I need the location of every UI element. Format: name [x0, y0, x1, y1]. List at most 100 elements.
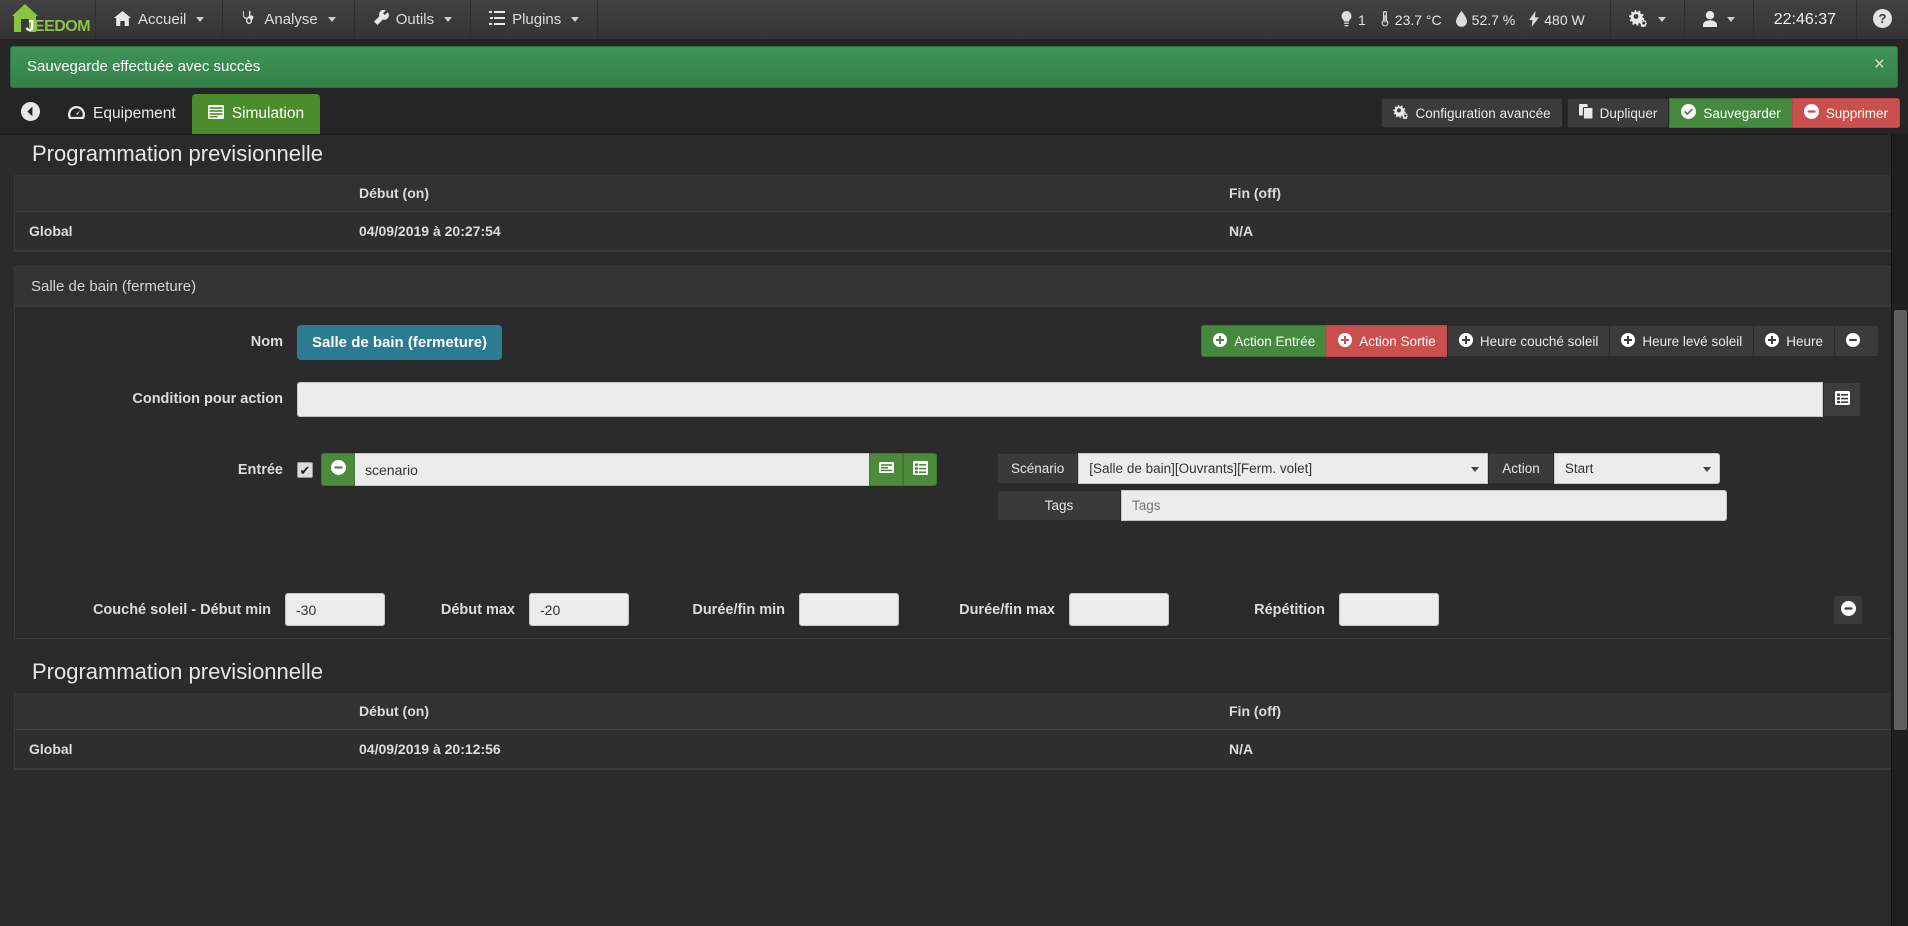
- plus-circle-icon: [1765, 332, 1780, 350]
- brand-logo-link[interactable]: JEEDOM: [0, 0, 96, 39]
- entree-keyboard-button[interactable]: [869, 453, 903, 486]
- row-nom: Nom Salle de bain (fermeture) Action Ent…: [15, 321, 1893, 364]
- success-alert: Sauvegarde effectuée avec succès ×: [10, 46, 1898, 88]
- settings-menu-button[interactable]: [1611, 0, 1685, 39]
- cell-name: Global: [15, 729, 345, 769]
- chevron-down-icon: [1657, 17, 1666, 22]
- label-debut-min: Couché soleil - Début min: [92, 602, 271, 618]
- prog-bottom-section: Programmation previsionnelle: [0, 653, 1908, 693]
- heure-leve-soleil-label: Heure levé soleil: [1642, 333, 1743, 349]
- supprimer-button[interactable]: Supprimer: [1791, 98, 1900, 128]
- remove-schedule-button[interactable]: [1834, 325, 1879, 357]
- summary-power[interactable]: 480 W: [1529, 10, 1585, 29]
- heure-leve-soleil-button[interactable]: Heure levé soleil: [1609, 325, 1754, 357]
- th-name: [15, 693, 345, 730]
- stethoscope-icon: [241, 10, 257, 29]
- cogs-icon: [1392, 104, 1409, 122]
- entree-enabled-checkbox[interactable]: ✔: [297, 462, 313, 478]
- scenario-action-select[interactable]: Start: [1553, 453, 1720, 484]
- repetition-input[interactable]: [1339, 593, 1439, 626]
- debut-min-input[interactable]: [285, 593, 385, 626]
- dupliquer-label: Dupliquer: [1599, 105, 1658, 121]
- scrollbar-thumb[interactable]: [1894, 310, 1907, 730]
- heure-label: Heure: [1786, 333, 1823, 349]
- home-icon: [114, 10, 131, 29]
- nav-menu-analyse[interactable]: Analyse: [223, 0, 355, 39]
- summary-power-value: 480 W: [1544, 11, 1585, 28]
- th-name: [15, 175, 345, 212]
- prog-bottom-table: Début (on) Fin (off) Global 04/09/2019 à…: [15, 693, 1893, 769]
- entree-remove-button[interactable]: [321, 453, 355, 486]
- thermometer-icon: [1380, 10, 1390, 29]
- tab-bar: Equipement Simulation Configuration avan…: [0, 88, 1908, 135]
- table-icon: [207, 105, 224, 123]
- label-repetition: Répétition: [1254, 602, 1325, 618]
- prog-top-table: Début (on) Fin (off) Global 04/09/2019 à…: [15, 175, 1893, 251]
- summary-lights[interactable]: 1: [1340, 10, 1366, 29]
- condition-picker-button[interactable]: [1823, 382, 1861, 417]
- dashboard-icon: [68, 105, 86, 124]
- wrench-icon: [373, 9, 389, 29]
- entree-value-input[interactable]: [355, 453, 869, 486]
- prog-top-section: Programmation previsionnelle: [0, 135, 1908, 175]
- back-button[interactable]: [8, 92, 52, 134]
- chevron-down-icon: [444, 17, 453, 22]
- th-debut: Début (on): [345, 175, 1215, 212]
- heure-button[interactable]: Heure: [1753, 325, 1834, 357]
- row-timing: Couché soleil - Début min Début max Duré…: [15, 589, 1893, 630]
- nav-label-outils: Outils: [395, 11, 435, 28]
- table-header-row: Début (on) Fin (off): [15, 175, 1893, 212]
- debut-max-input[interactable]: [529, 593, 629, 626]
- user-menu-button[interactable]: [1685, 0, 1754, 39]
- top-navbar: JEEDOM Accueil Analyse Outils Plugins 1 …: [0, 0, 1908, 40]
- heure-couche-soleil-button[interactable]: Heure couché soleil: [1446, 325, 1610, 357]
- prog-bottom-title: Programmation previsionnelle: [32, 659, 324, 684]
- navbar-clock: 22:46:37: [1754, 0, 1857, 39]
- plus-circle-icon: [1338, 332, 1353, 350]
- plus-circle-icon: [1213, 332, 1228, 350]
- minus-circle-icon: [1846, 332, 1860, 350]
- nav-label-accueil: Accueil: [138, 11, 187, 28]
- schedule-action-buttons: Action Entrée Action Sortie Heure couché…: [1201, 325, 1879, 357]
- nav-menu-plugins[interactable]: Plugins: [471, 0, 599, 39]
- th-fin: Fin (off): [1215, 693, 1893, 730]
- check-circle-icon: [1681, 104, 1697, 122]
- entree-list-button[interactable]: [903, 453, 937, 486]
- label-nom: Nom: [250, 334, 283, 350]
- sauvegarder-button[interactable]: Sauvegarder: [1669, 98, 1792, 128]
- nom-value-tag[interactable]: Salle de bain (fermeture): [297, 325, 503, 360]
- action-sortie-button[interactable]: Action Sortie: [1326, 325, 1447, 357]
- dupliquer-button[interactable]: Dupliquer: [1566, 98, 1670, 128]
- logo-wordmark: JEEDOM: [26, 18, 91, 36]
- prog-bottom-panel: Début (on) Fin (off) Global 04/09/2019 à…: [14, 693, 1894, 770]
- label-debut-max: Début max: [440, 602, 515, 618]
- logo-letter-j: J: [25, 17, 35, 35]
- duree-fin-max-input[interactable]: [1069, 593, 1169, 626]
- logo-letters-ee: EE: [33, 17, 55, 35]
- schedule-panel-header: Salle de bain (fermeture): [15, 267, 1893, 307]
- list-alt-icon: [912, 460, 928, 479]
- close-icon[interactable]: ×: [1874, 55, 1885, 74]
- scenario-select[interactable]: [Salle de bain][Ouvrants][Ferm. volet]: [1078, 453, 1489, 484]
- humidity-icon: [1455, 10, 1467, 29]
- tab-equipement[interactable]: Equipement: [52, 94, 192, 134]
- configuration-avancee-button[interactable]: Configuration avancée: [1380, 98, 1562, 128]
- nav-menu-accueil[interactable]: Accueil: [96, 0, 224, 39]
- tags-input[interactable]: [1121, 490, 1727, 521]
- remove-timing-button[interactable]: [1833, 595, 1863, 625]
- summary-humidity-value: 52.7 %: [1471, 11, 1516, 28]
- tab-simulation[interactable]: Simulation: [191, 94, 321, 134]
- condition-input[interactable]: [297, 382, 1823, 417]
- supprimer-label: Supprimer: [1825, 105, 1888, 121]
- label-duree-fin-max: Durée/fin max: [959, 602, 1055, 618]
- nav-menu-outils[interactable]: Outils: [355, 0, 472, 39]
- page-scrollbar[interactable]: [1891, 135, 1908, 926]
- help-button[interactable]: ?: [1857, 0, 1908, 39]
- duree-fin-min-input[interactable]: [799, 593, 899, 626]
- summary-temperature[interactable]: 23.7 °C: [1380, 10, 1442, 29]
- action-entree-button[interactable]: Action Entrée: [1201, 325, 1327, 357]
- summary-humidity[interactable]: 52.7 %: [1455, 10, 1516, 29]
- scenario-label: Scénario: [997, 453, 1079, 484]
- tab-label-simulation: Simulation: [231, 105, 305, 122]
- copy-icon: [1578, 104, 1594, 122]
